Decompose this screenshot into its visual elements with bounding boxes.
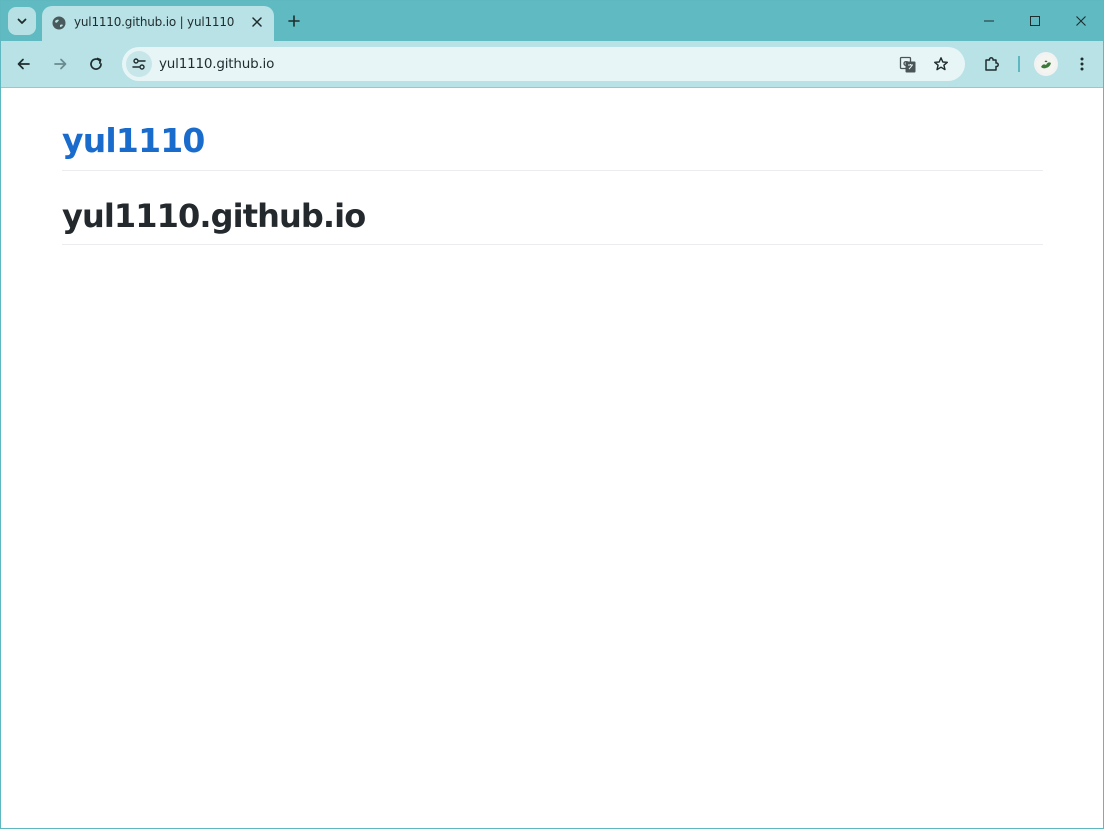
page-heading-section: yul1110.github.io bbox=[62, 196, 1043, 245]
site-info-button[interactable] bbox=[126, 51, 152, 77]
arrow-right-icon bbox=[54, 58, 67, 70]
browser-toolbar: yul1110.github.io G bbox=[1, 41, 1103, 88]
profile-avatar[interactable] bbox=[1034, 52, 1058, 76]
extensions-button[interactable] bbox=[977, 49, 1007, 79]
tab-strip: yul1110.github.io | yul1110 bbox=[1, 1, 1103, 41]
address-bar[interactable]: yul1110.github.io G bbox=[122, 47, 965, 81]
bookmark-star-button[interactable] bbox=[930, 53, 952, 75]
reload-icon bbox=[90, 57, 102, 70]
new-tab-button[interactable] bbox=[281, 8, 307, 34]
tune-icon bbox=[132, 58, 146, 70]
maximize-button[interactable] bbox=[1012, 1, 1058, 41]
minimize-button[interactable] bbox=[966, 1, 1012, 41]
arrow-left-icon bbox=[17, 58, 30, 70]
browser-menu-button[interactable] bbox=[1067, 49, 1097, 79]
avatar-icon bbox=[1037, 55, 1055, 73]
url-text[interactable]: yul1110.github.io bbox=[159, 56, 274, 72]
site-title-link[interactable]: yul1110 bbox=[62, 121, 205, 161]
page-title: yul1110.github.io bbox=[62, 197, 366, 235]
tab-active[interactable]: yul1110.github.io | yul1110 bbox=[42, 6, 274, 41]
close-icon bbox=[1076, 16, 1086, 26]
puzzle-icon bbox=[985, 57, 999, 71]
chevron-down-icon bbox=[17, 18, 27, 24]
svg-text:G: G bbox=[903, 60, 909, 68]
translate-icon: G bbox=[899, 56, 916, 73]
translate-button[interactable]: G bbox=[897, 54, 919, 76]
window-close-button[interactable] bbox=[1058, 1, 1103, 41]
minimize-icon bbox=[984, 20, 994, 22]
more-vertical-icon bbox=[1080, 57, 1084, 71]
close-icon bbox=[252, 17, 262, 27]
tab-search-button[interactable] bbox=[8, 7, 36, 35]
star-icon bbox=[934, 57, 948, 71]
globe-icon bbox=[52, 16, 66, 30]
page-content: yul1110 yul1110.github.io bbox=[1, 88, 1103, 828]
tab-title: yul1110.github.io | yul1110 bbox=[74, 15, 235, 29]
plus-icon bbox=[288, 15, 300, 27]
reload-button[interactable] bbox=[81, 49, 111, 79]
forward-button[interactable] bbox=[45, 49, 75, 79]
back-button[interactable] bbox=[9, 49, 39, 79]
site-header: yul1110 bbox=[62, 121, 1043, 171]
browser-window: yul1110.github.io | yul1110 yul1110.gith… bbox=[0, 0, 1104, 829]
tab-close-button[interactable] bbox=[248, 13, 266, 31]
maximize-icon bbox=[1030, 16, 1040, 26]
toolbar-divider bbox=[1018, 56, 1020, 72]
